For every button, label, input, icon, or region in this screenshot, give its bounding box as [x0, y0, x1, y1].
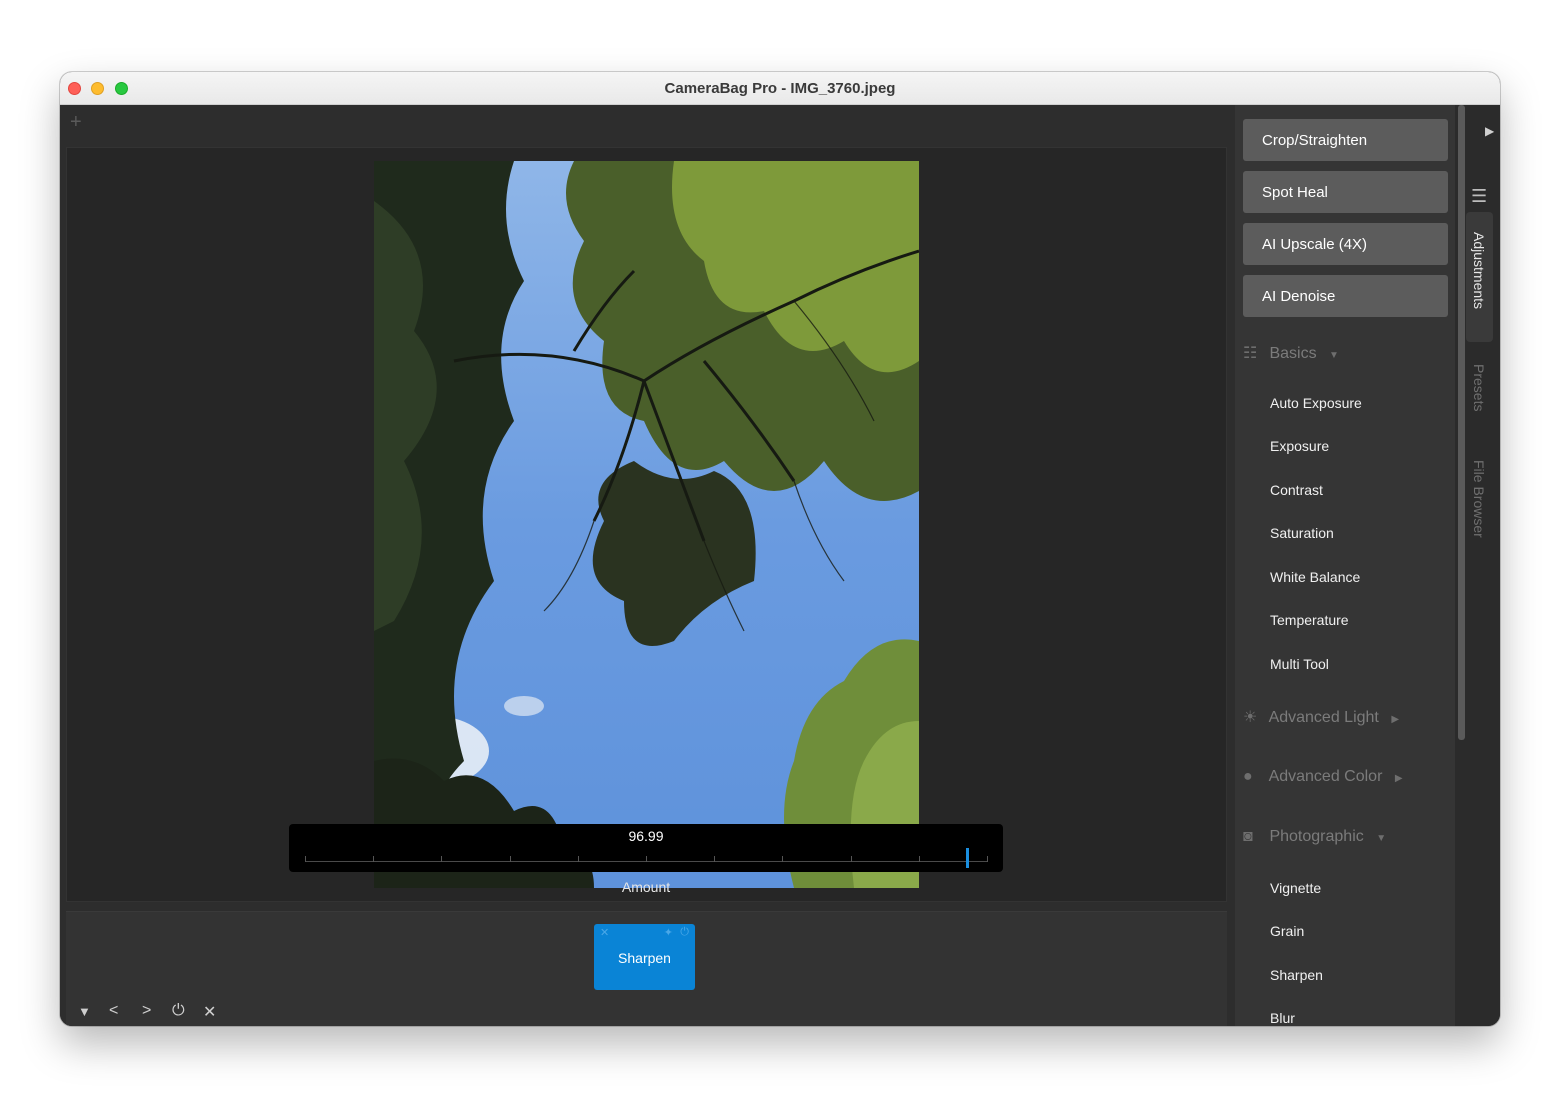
slider-tick — [918, 856, 920, 862]
title-bar: CameraBag Pro - IMG_3760.jpeg — [60, 72, 1500, 105]
remove-effect-icon[interactable]: ✕ — [600, 926, 609, 939]
chevron-right-icon: ▶ — [1394, 773, 1403, 784]
power-icon[interactable]: ⏻ — [172, 1002, 185, 1020]
chevron-down-icon: ▼ — [1376, 833, 1387, 844]
section-advanced-light-label: Advanced Light — [1268, 709, 1379, 726]
play-icon[interactable]: ▶ — [1485, 124, 1494, 138]
tab-presets[interactable]: Presets — [1471, 364, 1487, 411]
sliders-icon: ☷ — [1243, 345, 1258, 362]
section-basics-label: Basics — [1269, 345, 1317, 362]
slider-value: 96.99 — [628, 828, 664, 844]
section-photographic[interactable]: ◙ Photographic ▼ — [1243, 828, 1386, 846]
add-tab-button[interactable]: + — [70, 111, 82, 134]
adj-auto-exposure[interactable]: Auto Exposure — [1270, 395, 1362, 411]
previous-icon[interactable]: < — [109, 1002, 118, 1020]
camera-icon: ◙ — [1243, 828, 1253, 845]
pin-icon[interactable]: ✦ — [664, 926, 673, 939]
photo-preview — [374, 161, 919, 888]
image-canvas — [66, 147, 1227, 902]
slider-thumb[interactable] — [965, 848, 969, 868]
adj-blur[interactable]: Blur — [1270, 1010, 1295, 1026]
tab-adjustments[interactable]: Adjustments — [1471, 232, 1487, 309]
adj-white-balance[interactable]: White Balance — [1270, 569, 1360, 585]
app-window: CameraBag Pro - IMG_3760.jpeg + 96.99 Am… — [60, 72, 1500, 1026]
color-circles-icon: ● — [1243, 768, 1253, 785]
adj-multi-tool[interactable]: Multi Tool — [1270, 656, 1329, 672]
section-advanced-color[interactable]: ● Advanced Color ▶ — [1243, 768, 1403, 786]
adj-contrast[interactable]: Contrast — [1270, 482, 1323, 498]
sun-icon: ☀ — [1243, 709, 1258, 726]
slider-tick — [441, 856, 443, 862]
clear-icon[interactable]: ✕ — [203, 1002, 216, 1022]
chevron-right-icon: ▶ — [1391, 714, 1400, 725]
ai-upscale-button[interactable]: AI Upscale (4X) — [1243, 223, 1448, 265]
slider-tick — [714, 856, 716, 862]
slider-tick — [305, 856, 306, 862]
slider-tick — [373, 856, 375, 862]
toggle-effect-icon[interactable]: ⏻ — [680, 926, 689, 939]
amount-slider[interactable]: 96.99 — [289, 824, 1003, 872]
sharpen-effect-chip[interactable]: ✕ ✦ ⏻ Sharpen — [594, 924, 695, 990]
effect-chip-label: Sharpen — [618, 950, 671, 966]
adjustments-panel: Crop/Straighten Spot Heal AI Upscale (4X… — [1235, 105, 1455, 1026]
slider-tick — [850, 856, 852, 862]
adj-vignette[interactable]: Vignette — [1270, 880, 1321, 896]
adj-exposure[interactable]: Exposure — [1270, 438, 1329, 454]
adj-saturation[interactable]: Saturation — [1270, 525, 1334, 541]
spot-heal-button[interactable]: Spot Heal — [1243, 171, 1448, 213]
slider-tick — [646, 856, 647, 862]
crop-straighten-button[interactable]: Crop/Straighten — [1243, 119, 1448, 161]
slider-tick — [782, 856, 784, 862]
section-photographic-label: Photographic — [1269, 828, 1364, 845]
section-basics[interactable]: ☷ Basics ▼ — [1243, 343, 1339, 363]
slider-label: Amount — [621, 879, 671, 895]
collapse-icon[interactable]: ▼ — [78, 1004, 91, 1019]
tab-file-browser[interactable]: File Browser — [1471, 460, 1487, 538]
section-advanced-color-label: Advanced Color — [1268, 768, 1383, 785]
slider-tick — [577, 856, 579, 862]
section-advanced-light[interactable]: ☀ Advanced Light ▶ — [1243, 707, 1399, 727]
adj-sharpen[interactable]: Sharpen — [1270, 967, 1323, 983]
window-title: CameraBag Pro - IMG_3760.jpeg — [664, 80, 896, 97]
slider-tick — [509, 856, 511, 862]
adj-temperature[interactable]: Temperature — [1270, 612, 1349, 628]
menu-icon[interactable]: ☰ — [1471, 186, 1487, 207]
slider-tick — [987, 856, 988, 862]
ai-denoise-button[interactable]: AI Denoise — [1243, 275, 1448, 317]
next-icon[interactable]: > — [142, 1002, 151, 1020]
chevron-down-icon: ▼ — [1329, 350, 1339, 361]
tree-canopy-photo — [374, 161, 919, 888]
panel-scrollbar[interactable] — [1458, 105, 1465, 740]
effects-bar: ✕ ✦ ⏻ Sharpen ▼ < > ⏻ ✕ — [66, 911, 1227, 1026]
main-area: + 96.99 Amount ✕ ✦ ⏻ Sharpen ▼ < > ⏻ ✕ — [60, 105, 1235, 1026]
adj-grain[interactable]: Grain — [1270, 923, 1304, 939]
